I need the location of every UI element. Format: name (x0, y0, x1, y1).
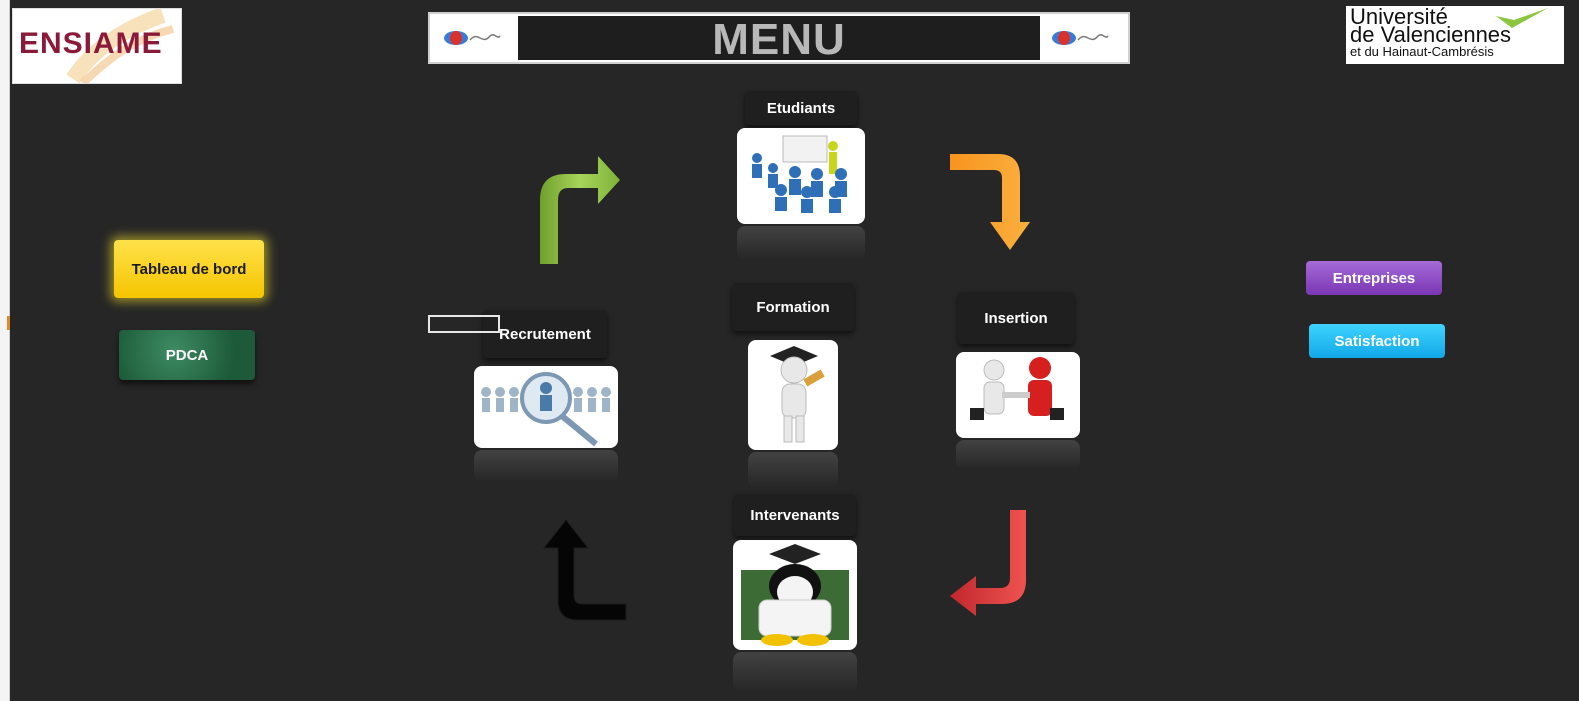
ensiame-logo: ENSIAME (12, 8, 182, 84)
etudiants-reflection (737, 226, 865, 260)
classroom-icon (752, 135, 847, 213)
formation-label[interactable]: Formation (732, 283, 854, 331)
university-name-line3: et du Hainaut-Cambrésis (1350, 44, 1494, 59)
insertion-label[interactable]: Insertion (958, 292, 1074, 344)
intervenants-tile[interactable] (733, 540, 857, 650)
recrutement-tile[interactable] (474, 366, 618, 448)
black-arrow-icon (542, 519, 627, 621)
orange-arrow-icon (950, 154, 1030, 250)
menu-title-area: MENU (518, 15, 1040, 64)
green-arrow-icon (540, 156, 620, 264)
professor-penguin-icon (741, 544, 849, 646)
intervenants-label[interactable]: Intervenants (734, 494, 856, 536)
etudiants-tile[interactable] (737, 128, 865, 224)
red-arrow-icon (950, 510, 1026, 616)
menu-title: MENU (712, 15, 846, 64)
formation-tile[interactable] (748, 340, 838, 450)
satisfaction-button[interactable]: Satisfaction (1309, 324, 1445, 358)
recruitment-search-icon (481, 372, 611, 447)
left-strip-marker (7, 316, 10, 330)
university-logo: Université de Valenciennes et du Hainaut… (1346, 6, 1564, 64)
recrutement-reflection (474, 450, 618, 482)
intervenants-reflection (733, 652, 857, 692)
insertion-reflection (956, 440, 1080, 470)
graduate-icon (770, 346, 825, 443)
formation-reflection (748, 452, 838, 488)
entreprises-button[interactable]: Entreprises (1306, 261, 1442, 295)
selection-rectangle[interactable] (428, 315, 500, 333)
left-strip (0, 0, 10, 701)
menu-banner: MENU (428, 12, 1130, 64)
etudiants-label[interactable]: Etudiants (745, 91, 857, 125)
tableau-de-bord-button[interactable]: Tableau de bord (114, 240, 264, 298)
pill-icon-left (444, 31, 501, 45)
recrutement-label[interactable]: Recrutement (483, 310, 607, 358)
insertion-tile[interactable] (956, 352, 1080, 438)
university-name-line2: de Valenciennes (1350, 22, 1512, 47)
pill-icon-right (1052, 31, 1109, 45)
handshake-icon (970, 357, 1064, 420)
pdca-button[interactable]: PDCA (119, 330, 255, 380)
ensiame-logo-text: ENSIAME (19, 27, 163, 60)
